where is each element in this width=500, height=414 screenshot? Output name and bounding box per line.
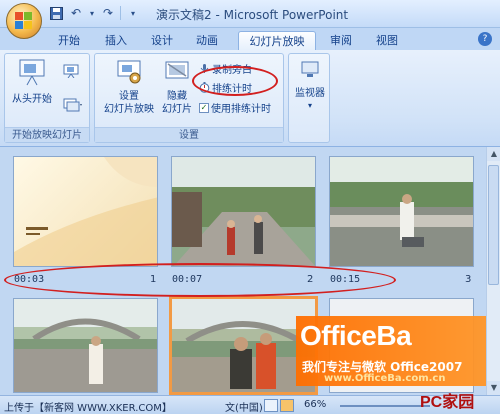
setup-show-icon — [115, 58, 143, 86]
slide-number-2: 2 — [307, 274, 314, 285]
setup-slide-show-label: 设置 幻灯片放映 — [104, 91, 154, 115]
tab-design[interactable]: 设计 — [143, 31, 181, 50]
tab-home[interactable]: 开始 — [50, 31, 88, 50]
hide-slide-label: 隐藏 幻灯片 — [162, 91, 192, 115]
normal-view-icon[interactable] — [264, 399, 278, 412]
setup-slide-show-button[interactable]: 设置 幻灯片放映 — [101, 58, 157, 116]
slide-5-image — [172, 299, 315, 392]
watermark-site: PC家园 — [420, 394, 475, 411]
office-logo-icon — [15, 12, 33, 30]
watermark-logo: OfficeBa — [300, 320, 412, 351]
title-bar: ↶ ▾ ↷ ▾ 演示文稿2 - Microsoft PowerPoint — [0, 0, 500, 28]
tab-slide-show[interactable]: 幻灯片放映 — [238, 31, 316, 50]
rehearse-timings-button[interactable]: 排练计时 — [199, 80, 252, 95]
use-rehearsed-timings-label: 使用排练计时 — [211, 104, 271, 115]
slide-time-3: 00:15 — [330, 274, 361, 285]
group-monitors: 监视器 ▾ — [288, 53, 330, 143]
ribbon-tabs: 开始 插入 设计 动画 幻灯片放映 审阅 视图 ? — [0, 28, 500, 50]
group-setup: 设置 幻灯片放映 隐藏 幻灯片 录制旁白 排练计时 ✓ 使用排练计时 设置 — [94, 53, 284, 143]
undo-icon[interactable]: ↶ — [68, 5, 84, 21]
checkmark-icon[interactable]: ✓ — [199, 102, 209, 113]
record-narration-label: 录制旁白 — [212, 65, 252, 76]
custom-show-icon[interactable] — [63, 98, 83, 112]
tab-animations[interactable]: 动画 — [188, 31, 226, 50]
status-upload-text: 上传于【新客网 WWW.XKER.COM】 — [4, 403, 172, 414]
chevron-down-icon: ▾ — [307, 101, 312, 110]
slide-4-image — [14, 299, 157, 392]
vertical-scrollbar[interactable]: ▲ ▼ — [486, 147, 500, 395]
use-rehearsed-timings-checkbox[interactable]: ✓ 使用排练计时 — [199, 100, 271, 115]
from-beginning-label: 从头开始 — [12, 94, 52, 105]
scroll-up-icon[interactable]: ▲ — [487, 147, 500, 161]
slide-time-1: 00:03 — [14, 274, 45, 285]
slide-thumbnail-3[interactable] — [329, 156, 474, 267]
from-beginning-button[interactable]: 从头开始 — [9, 58, 55, 105]
monitor-icon — [300, 60, 320, 78]
group-label-start-show: 开始放映幻灯片 — [5, 127, 89, 142]
redo-icon[interactable]: ↷ — [100, 5, 116, 21]
slide-thumbnail-1[interactable] — [13, 156, 158, 267]
monitors-button[interactable]: 监视器 ▾ — [292, 60, 328, 110]
slide-thumbnail-2[interactable] — [171, 156, 316, 267]
help-icon[interactable]: ? — [478, 32, 492, 46]
slide-number-1: 1 — [150, 274, 157, 285]
projector-screen-icon — [17, 58, 47, 86]
quick-access-toolbar: ↶ ▾ ↷ ▾ — [48, 5, 141, 21]
hide-slide-button[interactable]: 隐藏 幻灯片 — [159, 58, 195, 116]
save-icon[interactable] — [48, 5, 64, 21]
ribbon: 从头开始 开始放映幻灯片 设置 幻灯片放映 隐藏 幻灯片 录制旁白 排练计时 ✓… — [0, 50, 500, 147]
slide-thumbnail-4[interactable] — [13, 298, 158, 393]
stopwatch-icon — [199, 82, 210, 93]
office-button[interactable] — [6, 3, 42, 39]
slide-1-image — [14, 157, 157, 266]
hide-slide-icon — [164, 58, 190, 86]
zoom-slider[interactable] — [340, 405, 430, 407]
slide-3-image — [330, 157, 473, 266]
record-narration-button[interactable]: 录制旁白 — [199, 61, 252, 76]
from-current-slide-icon[interactable] — [63, 64, 79, 79]
customize-toolbar-icon[interactable]: ▾ — [125, 5, 141, 21]
tab-insert[interactable]: 插入 — [97, 31, 135, 50]
window-title: 演示文稿2 - Microsoft PowerPoint — [156, 8, 349, 22]
group-start-slide-show: 从头开始 开始放映幻灯片 — [4, 53, 90, 143]
group-label-setup: 设置 — [95, 127, 283, 142]
tab-view[interactable]: 视图 — [368, 31, 406, 50]
separator — [120, 6, 121, 20]
zoom-level[interactable]: 66% — [304, 399, 326, 410]
rehearse-timings-label: 排练计时 — [212, 84, 252, 95]
watermark-url: www.OfficeBa.com.cn — [324, 373, 446, 384]
monitors-label: 监视器 — [295, 88, 325, 99]
slide-time-2: 00:07 — [172, 274, 203, 285]
dropdown-arrow-icon[interactable]: ▾ — [88, 5, 96, 21]
slide-sorter-view-icon[interactable] — [280, 399, 294, 412]
scroll-down-icon[interactable]: ▼ — [487, 381, 500, 395]
scroll-thumb[interactable] — [488, 165, 499, 285]
status-language: 文(中国) — [225, 403, 263, 414]
slide-number-3: 3 — [465, 274, 472, 285]
slide-2-image — [172, 157, 315, 266]
microphone-icon — [199, 63, 210, 74]
tab-review[interactable]: 审阅 — [322, 31, 360, 50]
